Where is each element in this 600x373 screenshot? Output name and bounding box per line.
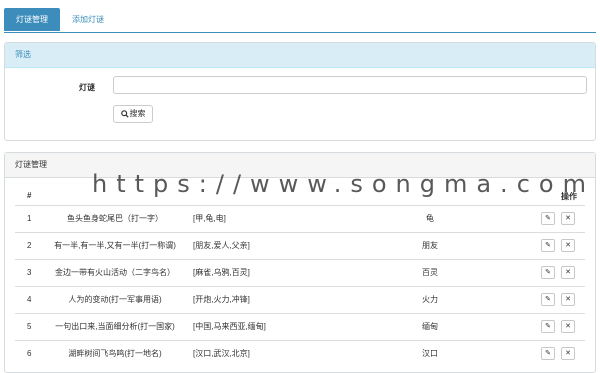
row-answer: 百灵 xyxy=(422,268,438,277)
search-button[interactable]: 搜索 xyxy=(113,105,153,123)
row-hint: [汉口,武汉,北京] xyxy=(193,349,250,358)
row-hint: [麻雀,乌鸦,百灵] xyxy=(193,268,250,277)
tab-riddle-management[interactable]: 灯谜管理 xyxy=(4,8,60,31)
edit-icon: ✎ xyxy=(545,350,551,357)
riddle-field-label: 灯谜 xyxy=(79,83,95,92)
row-riddle: 一句出口来,当面细分析(打一国家) xyxy=(55,322,175,331)
column-header-num: # xyxy=(27,191,32,200)
close-icon: ✕ xyxy=(565,242,571,249)
table-row: 6 湖畔树间飞鸟鸣(打一地名) [汉口,武汉,北京] 汉口 ✎ ✕ xyxy=(15,340,585,367)
edit-icon: ✎ xyxy=(545,269,551,276)
edit-button[interactable]: ✎ xyxy=(541,239,555,252)
row-riddle: 鱼头鱼身蛇尾巴（打一字） xyxy=(67,214,163,223)
table-row: 4 人为的变动(打一军事用语) [开炮,火力,冲锋] 火力 ✎ ✕ xyxy=(15,286,585,313)
delete-button[interactable]: ✕ xyxy=(561,239,575,252)
table-row: 1 鱼头鱼身蛇尾巴（打一字） [甲,龟,电] 龟 ✎ ✕ xyxy=(15,205,585,232)
delete-button[interactable]: ✕ xyxy=(561,266,575,279)
close-icon: ✕ xyxy=(565,323,571,330)
row-hint: [甲,龟,电] xyxy=(193,214,226,223)
tab-add-riddle[interactable]: 添加灯谜 xyxy=(60,8,116,31)
search-icon xyxy=(120,110,129,118)
row-hint: [中国,马来西亚,缅甸] xyxy=(193,322,266,331)
edit-button[interactable]: ✎ xyxy=(541,212,555,225)
row-num: 1 xyxy=(27,214,32,223)
edit-icon: ✎ xyxy=(545,296,551,303)
table-row: 3 金边一带有火山活动（二字鸟名） [麻雀,乌鸦,百灵] 百灵 ✎ ✕ xyxy=(15,259,585,286)
edit-icon: ✎ xyxy=(545,242,551,249)
row-hint: [开炮,火力,冲锋] xyxy=(193,295,250,304)
row-answer: 龟 xyxy=(426,214,434,223)
filter-panel: 筛选 灯谜 搜索 xyxy=(4,42,596,141)
delete-button[interactable]: ✕ xyxy=(561,212,575,225)
edit-button[interactable]: ✎ xyxy=(541,347,555,360)
row-riddle: 人为的变动(打一军事用语) xyxy=(68,295,162,304)
close-icon: ✕ xyxy=(565,296,571,303)
row-hint: [朋友,爱人,父亲] xyxy=(193,241,250,250)
close-icon: ✕ xyxy=(565,215,571,222)
edit-button[interactable]: ✎ xyxy=(541,266,555,279)
riddle-list-panel: 灯谜管理 # 操作 1 鱼头鱼身蛇尾巴（打一字） [甲,龟,电] 龟 ✎ ✕ 2… xyxy=(4,152,596,373)
table-row: 2 有一半,有一半,又有一半(打一称谓) [朋友,爱人,父亲] 朋友 ✎ ✕ xyxy=(15,232,585,259)
tab-bar: 灯谜管理 添加灯谜 xyxy=(4,8,596,33)
search-button-label: 搜索 xyxy=(129,109,146,118)
row-riddle: 金边一带有火山活动（二字鸟名） xyxy=(55,268,175,277)
row-answer: 朋友 xyxy=(422,241,438,250)
filter-form: 灯谜 搜索 xyxy=(5,67,595,140)
row-num: 4 xyxy=(27,295,32,304)
column-header-actions: 操作 xyxy=(561,192,577,201)
filter-panel-title: 筛选 xyxy=(5,43,595,68)
delete-button[interactable]: ✕ xyxy=(561,320,575,333)
riddle-search-input[interactable] xyxy=(113,76,587,94)
row-answer: 火力 xyxy=(422,295,438,304)
close-icon: ✕ xyxy=(565,350,571,357)
row-riddle: 有一半,有一半,又有一半(打一称谓) xyxy=(54,241,176,250)
delete-button[interactable]: ✕ xyxy=(561,347,575,360)
row-num: 3 xyxy=(27,268,32,277)
row-num: 5 xyxy=(27,322,32,331)
row-riddle: 湖畔树间飞鸟鸣(打一地名) xyxy=(68,349,162,358)
row-answer: 缅甸 xyxy=(422,322,438,331)
table-row: 5 一句出口来,当面细分析(打一国家) [中国,马来西亚,缅甸] 缅甸 ✎ ✕ xyxy=(15,313,585,340)
edit-button[interactable]: ✎ xyxy=(541,293,555,306)
close-icon: ✕ xyxy=(565,269,571,276)
row-num: 6 xyxy=(27,349,32,358)
row-answer: 汉口 xyxy=(422,349,438,358)
list-panel-title: 灯谜管理 xyxy=(5,153,595,178)
row-num: 2 xyxy=(27,241,32,250)
delete-button[interactable]: ✕ xyxy=(561,293,575,306)
edit-button[interactable]: ✎ xyxy=(541,320,555,333)
edit-icon: ✎ xyxy=(545,323,551,330)
edit-icon: ✎ xyxy=(545,215,551,222)
